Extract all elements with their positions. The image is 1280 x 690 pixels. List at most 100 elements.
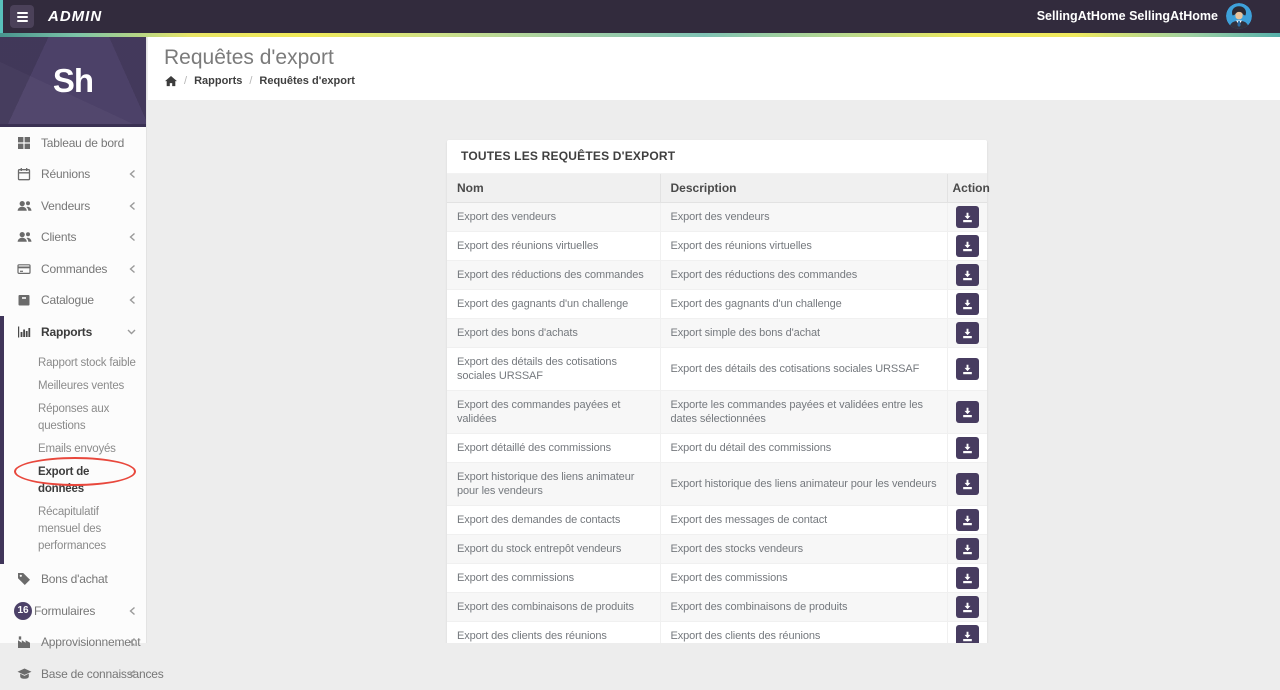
table-row: Export des commandes payées et validées … (447, 390, 987, 434)
chevron-left-icon (129, 264, 136, 273)
table-row: Export des gagnants d'un challenge Expor… (447, 289, 987, 319)
table-row: Export des détails des cotisations socia… (447, 347, 987, 391)
submenu-item-reponses-aux-questions[interactable]: Réponses aux questions (4, 398, 146, 438)
grid-icon (17, 136, 32, 150)
table-row: Export des réunions virtuelles Export de… (447, 231, 987, 261)
card-title: TOUTES LES REQUÊTES D'EXPORT (447, 140, 987, 174)
breadcrumb-rapports[interactable]: Rapports (194, 75, 242, 87)
download-icon (962, 631, 972, 641)
topbar: ADMIN SellingAtHome SellingAtHome (0, 0, 1280, 33)
accent-gradient-bar (0, 33, 1280, 37)
topbar-accent-edge (0, 0, 3, 33)
chevron-left-icon (129, 638, 136, 647)
page-title: Requêtes d'export (164, 46, 334, 69)
download-button[interactable] (955, 473, 979, 495)
download-icon (962, 407, 972, 417)
download-icon (962, 212, 972, 222)
table-row: Export des clients des réunions Export d… (447, 621, 987, 643)
download-icon (962, 515, 972, 525)
rapports-submenu: Rapport stock faible Meilleures ventes R… (4, 348, 146, 564)
users-icon (17, 199, 32, 213)
table-row: Export des vendeurs Export des vendeurs (447, 202, 987, 232)
graduation-cap-icon (17, 667, 32, 681)
download-icon (962, 573, 972, 583)
submenu-item-recapitulatif-mensuel[interactable]: Récapitulatif mensuel des performances (4, 501, 146, 558)
chevron-left-icon (129, 233, 136, 242)
download-icon (962, 602, 972, 612)
sidebar-item-catalogue[interactable]: Catalogue (0, 285, 146, 317)
tag-icon (17, 572, 32, 586)
download-button[interactable] (955, 264, 979, 286)
download-button[interactable] (955, 206, 979, 228)
sidebar-item-reunions[interactable]: Réunions (0, 159, 146, 191)
column-header-nom: Nom (447, 174, 661, 203)
download-button[interactable] (955, 437, 979, 459)
download-button[interactable] (955, 538, 979, 560)
user-menu[interactable]: SellingAtHome SellingAtHome (1037, 0, 1218, 33)
column-header-action: Action (946, 174, 990, 203)
credit-card-icon (17, 262, 32, 276)
submenu-item-export-de-donnees[interactable]: Export de données (4, 456, 146, 501)
content-header: Requêtes d'export / Rapports / Requêtes … (148, 37, 1280, 100)
breadcrumb-separator: / (184, 75, 188, 87)
sidebar: Sh Tableau de bord Réunions Vendeurs Cli… (0, 37, 164, 681)
table-row: Export des réductions des commandes Expo… (447, 260, 987, 290)
download-button[interactable] (955, 293, 979, 315)
breadcrumb: / Rapports / Requêtes d'export (165, 75, 1280, 87)
sidebar-item-bons-dachat[interactable]: Bons d'achat (0, 564, 146, 596)
chevron-down-icon (127, 328, 136, 335)
download-icon (962, 544, 972, 554)
factory-icon (17, 635, 32, 649)
logo-text: Sh (52, 61, 94, 99)
breadcrumb-separator: / (249, 75, 253, 87)
download-icon (962, 328, 972, 338)
home-icon[interactable] (165, 75, 177, 87)
sidebar-item-clients[interactable]: Clients (0, 222, 146, 254)
download-icon (962, 299, 972, 309)
bar-chart-icon (17, 325, 32, 339)
table-row: Export des combinaisons de produits Expo… (447, 592, 987, 622)
chevron-left-icon (129, 606, 136, 615)
download-button[interactable] (955, 567, 979, 589)
calendar-icon (17, 167, 32, 181)
sidebar-toggle-button[interactable] (10, 5, 34, 28)
chevron-left-icon (129, 669, 136, 678)
sidebar-item-commandes[interactable]: Commandes (0, 253, 146, 285)
sidebar-item-vendeurs[interactable]: Vendeurs (0, 190, 146, 222)
download-button[interactable] (955, 401, 979, 423)
submenu-item-emails-envoyes[interactable]: Emails envoyés (4, 438, 146, 461)
chevron-left-icon (129, 170, 136, 179)
download-button[interactable] (955, 235, 979, 257)
table-row: Export des commissions Export des commis… (447, 563, 987, 593)
table-row: Export détaillé des commissions Export d… (447, 433, 987, 463)
table-row: Export historique des liens animateur po… (447, 462, 987, 506)
download-icon (962, 443, 972, 453)
main-content: TOUTES LES REQUÊTES D'EXPORT Nom Descrip… (148, 100, 1280, 643)
table-row: Export du stock entrepôt vendeurs Export… (447, 534, 987, 564)
sidebar-item-tableau-de-bord[interactable]: Tableau de bord (0, 127, 146, 159)
submenu-item-rapport-stock-faible[interactable]: Rapport stock faible (4, 352, 146, 375)
sidebar-item-base-de-connaissances[interactable]: Base de connaissances (0, 658, 164, 690)
box-icon (17, 293, 32, 307)
formulaires-count-badge: 16 (14, 601, 32, 620)
download-icon (962, 270, 972, 280)
download-button[interactable] (955, 625, 979, 643)
download-button[interactable] (955, 509, 979, 531)
table-row: Export des demandes de contacts Export d… (447, 505, 987, 535)
column-header-description: Description (659, 174, 948, 203)
download-icon (962, 241, 972, 251)
download-button[interactable] (955, 322, 979, 344)
sidebar-item-formulaires[interactable]: 16 Formulaires (0, 595, 146, 627)
download-button[interactable] (955, 596, 979, 618)
download-button[interactable] (955, 358, 979, 380)
user-avatar[interactable] (1226, 3, 1252, 29)
sidebar-section-rapports: Rapports Rapport stock faible Meilleures… (0, 316, 146, 564)
chevron-left-icon (129, 201, 136, 210)
breadcrumb-requetes-export: Requêtes d'export (259, 75, 355, 87)
sidebar-item-approvisionnement[interactable]: Approvisionnement (0, 627, 146, 659)
sidebar-item-rapports[interactable]: Rapports (4, 316, 146, 348)
app-logo[interactable]: Sh (0, 37, 146, 127)
table-row: Export des bons d'achats Export simple d… (447, 318, 987, 348)
export-requests-table: Nom Description Action Export des vendeu… (447, 174, 990, 643)
submenu-item-meilleures-ventes[interactable]: Meilleures ventes (4, 375, 146, 398)
